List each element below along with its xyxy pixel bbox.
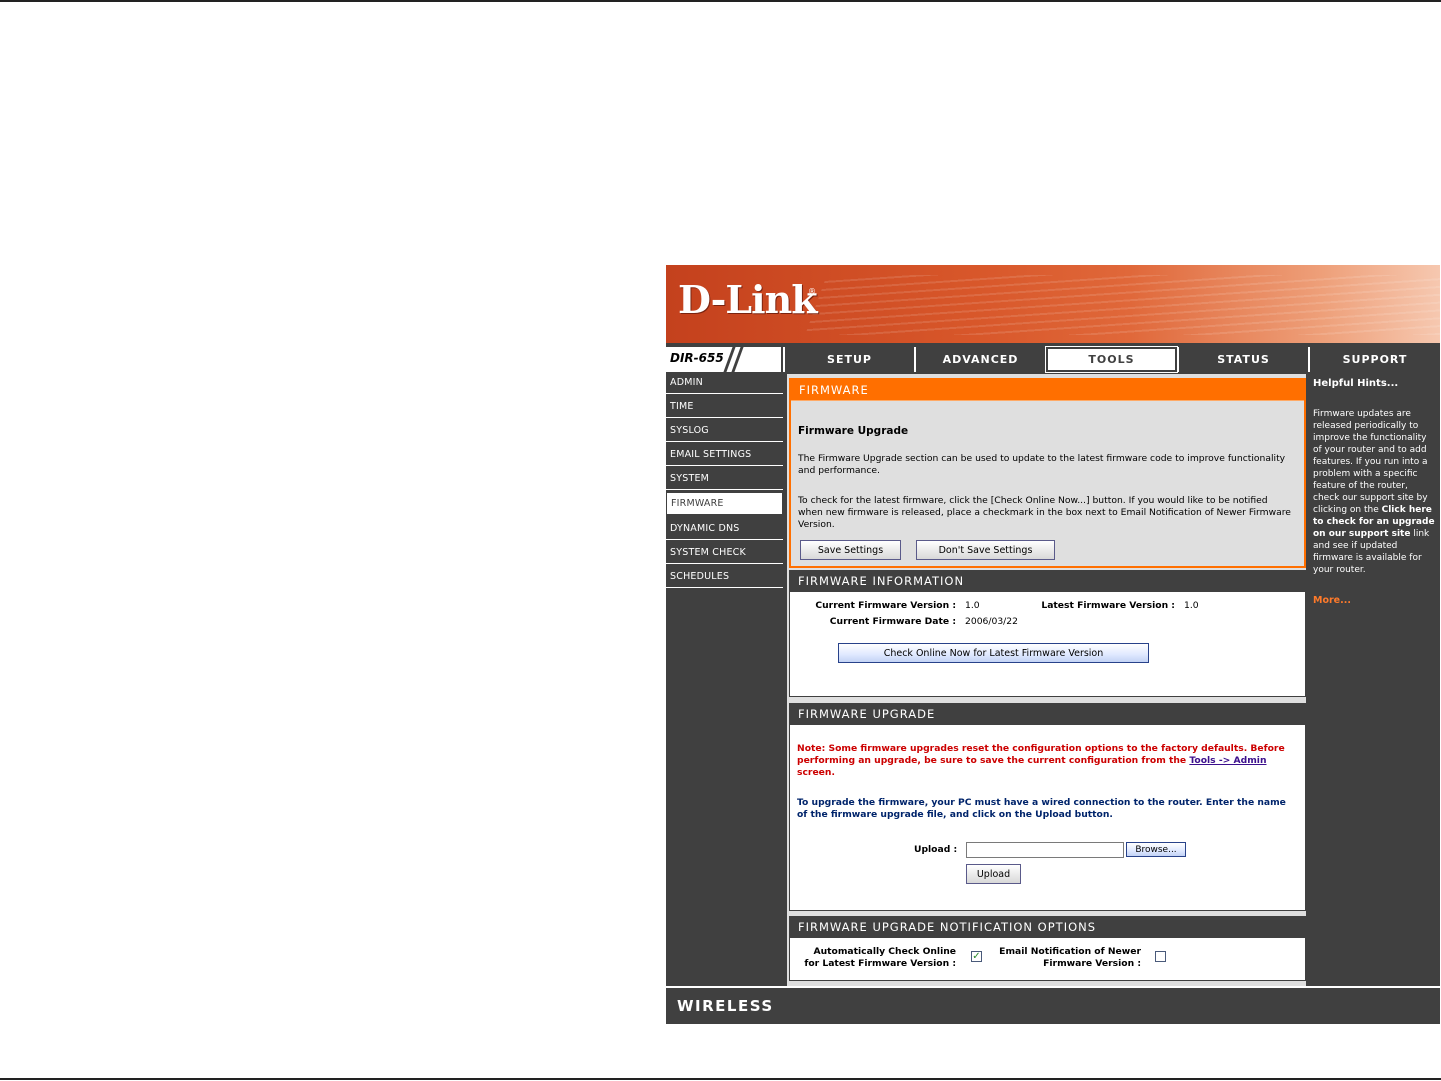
tab-status[interactable]: STATUS (1177, 347, 1308, 372)
auto-check-label: Automatically Check Online for Latest Fi… (790, 946, 956, 970)
upload-button[interactable]: Upload (966, 864, 1021, 884)
firmware-subtitle: Firmware Upgrade (798, 425, 909, 437)
main-content: FIRMWARE Firmware Upgrade The Firmware U… (787, 374, 1306, 986)
firmware-heading: FIRMWARE (791, 380, 1304, 401)
dlink-logo: D-Link (678, 277, 818, 322)
save-settings-button[interactable]: Save Settings (800, 540, 901, 560)
tab-advanced[interactable]: ADVANCED (914, 347, 1045, 372)
tools-admin-link[interactable]: Tools -> Admin (1189, 755, 1266, 766)
firmware-section: FIRMWARE Firmware Upgrade The Firmware U… (789, 378, 1306, 568)
model-label-box: DIR-655 (666, 347, 781, 372)
banner-decoration (805, 275, 1440, 335)
latest-version-value: 1.0 (1184, 600, 1199, 611)
current-version-label: Current Firmware Version : (815, 600, 956, 611)
upgrade-warning-note: Note: Some firmware upgrades reset the c… (797, 743, 1297, 779)
notification-options-section: FIRMWARE UPGRADE NOTIFICATION OPTIONS Au… (789, 916, 1306, 981)
firmware-information-section: FIRMWARE INFORMATION Current Firmware Ve… (789, 570, 1306, 697)
router-admin-window: D-Link ® DIR-655 SETUP ADVANCED TOOLS ST… (666, 265, 1440, 1024)
tab-support[interactable]: SUPPORT (1308, 347, 1440, 372)
menu-item-system[interactable]: SYSTEM (666, 468, 783, 490)
latest-version-label: Latest Firmware Version : (1041, 600, 1175, 611)
footer-bar: WIRELESS (666, 986, 1440, 1024)
dont-save-settings-button[interactable]: Don't Save Settings (916, 540, 1055, 560)
upload-label: Upload : (914, 844, 958, 855)
registered-mark: ® (808, 287, 816, 296)
menu-item-system-check[interactable]: SYSTEM CHECK (666, 542, 783, 564)
email-notification-label-line2: Firmware Version : (1043, 958, 1141, 969)
browse-button[interactable]: Browse... (1126, 842, 1186, 857)
current-date-value: 2006/03/22 (965, 616, 1018, 627)
page-bottom-rule (0, 1078, 1441, 1080)
email-notification-label: Email Notification of Newer Firmware Ver… (990, 946, 1141, 970)
model-name: DIR-655 (670, 351, 724, 365)
upgrade-note-tail: screen. (797, 767, 835, 778)
menu-item-time[interactable]: TIME (666, 396, 783, 418)
firmware-upgrade-heading: FIRMWARE UPGRADE (790, 704, 1305, 725)
menu-item-email-settings[interactable]: EMAIL SETTINGS (666, 444, 783, 466)
auto-check-checkbox[interactable]: ✓ (971, 951, 982, 962)
helpful-hints-title: Helpful Hints... (1313, 378, 1399, 389)
auto-check-label-line2: for Latest Firmware Version : (804, 958, 956, 969)
hints-text: Firmware updates are released periodical… (1313, 409, 1428, 515)
menu-item-admin[interactable]: ADMIN (666, 372, 783, 394)
tab-tools[interactable]: TOOLS (1045, 346, 1178, 373)
tab-setup[interactable]: SETUP (783, 347, 914, 372)
menu-item-syslog[interactable]: SYSLOG (666, 420, 783, 442)
more-hints-link[interactable]: More... (1313, 595, 1351, 606)
menu-item-firmware[interactable]: FIRMWARE (666, 492, 783, 515)
page-top-rule (0, 0, 1441, 2)
email-notification-label-line1: Email Notification of Newer (999, 946, 1141, 957)
check-online-button[interactable]: Check Online Now for Latest Firmware Ver… (838, 643, 1149, 663)
email-notification-checkbox[interactable] (1155, 951, 1166, 962)
firmware-check-instructions: To check for the latest firmware, click … (798, 495, 1291, 530)
auto-check-label-line1: Automatically Check Online (813, 946, 957, 957)
upload-file-input[interactable] (966, 842, 1124, 858)
current-version-value: 1.0 (965, 600, 980, 611)
wireless-brand: WIRELESS (677, 997, 774, 1015)
current-date-label: Current Firmware Date : (829, 616, 956, 627)
firmware-information-heading: FIRMWARE INFORMATION (790, 571, 1305, 592)
upgrade-instructions: To upgrade the firmware, your PC must ha… (797, 797, 1286, 820)
helpful-hints-panel: Helpful Hints... Firmware updates are re… (1309, 372, 1440, 986)
left-menu: ADMIN TIME SYSLOG EMAIL SETTINGS SYSTEM … (666, 372, 783, 590)
firmware-description: The Firmware Upgrade section can be used… (798, 453, 1286, 476)
menu-item-dynamic-dns[interactable]: DYNAMIC DNS (666, 518, 783, 540)
top-nav: DIR-655 SETUP ADVANCED TOOLS STATUS SUPP… (666, 346, 1440, 373)
firmware-upgrade-section: FIRMWARE UPGRADE Note: Some firmware upg… (789, 703, 1306, 911)
brand-banner: D-Link ® (666, 265, 1440, 343)
helpful-hints-body: Firmware updates are released periodical… (1313, 408, 1435, 576)
notification-options-heading: FIRMWARE UPGRADE NOTIFICATION OPTIONS (790, 917, 1305, 938)
menu-item-schedules[interactable]: SCHEDULES (666, 566, 783, 588)
